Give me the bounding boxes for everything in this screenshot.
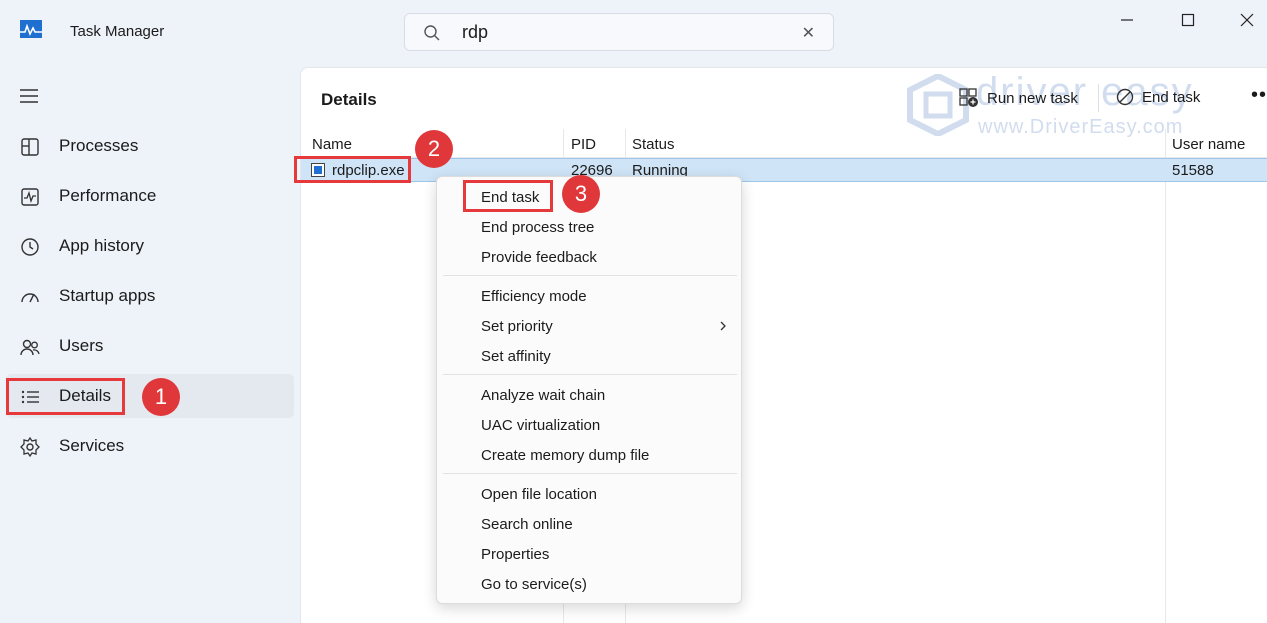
end-task-label: End task xyxy=(1142,88,1201,106)
menu-item-properties[interactable]: Properties xyxy=(481,546,549,563)
end-task-toolbar-button[interactable]: End task xyxy=(1116,88,1200,106)
menu-item-uac-virtualization[interactable]: UAC virtualization xyxy=(481,417,600,434)
performance-icon xyxy=(21,188,39,206)
sidebar-item-processes[interactable]: Processes xyxy=(6,124,294,168)
history-icon xyxy=(21,238,39,256)
hamburger-menu-icon[interactable] xyxy=(19,88,39,104)
run-new-task-label: Run new task xyxy=(987,89,1078,107)
window-title: Task Manager xyxy=(70,23,165,40)
menu-item-analyze-wait-chain[interactable]: Analyze wait chain xyxy=(481,387,605,404)
highlight-box-details xyxy=(6,378,125,415)
context-menu: End task End process tree Provide feedba… xyxy=(436,176,742,604)
sidebar-item-startup-apps[interactable]: Startup apps xyxy=(6,274,294,318)
page-title: Details xyxy=(321,90,377,109)
end-task-icon xyxy=(1116,88,1134,106)
highlight-box-end-task xyxy=(463,180,553,212)
column-header-name[interactable]: Name xyxy=(312,136,352,153)
chevron-right-icon xyxy=(720,321,726,331)
column-header-user-name[interactable]: User name xyxy=(1172,136,1245,153)
menu-item-set-priority[interactable]: Set priority xyxy=(481,318,553,335)
sidebar-item-label: App history xyxy=(59,236,145,255)
sidebar-item-app-history[interactable]: App history xyxy=(6,224,294,268)
sidebar-item-label: Startup apps xyxy=(59,286,156,305)
menu-separator xyxy=(443,275,737,276)
search-input[interactable]: rdp xyxy=(462,22,488,43)
processes-icon xyxy=(21,138,39,156)
search-icon xyxy=(424,25,440,41)
watermark-url: www.DriverEasy.com xyxy=(978,116,1184,138)
close-icon[interactable]: ✕ xyxy=(802,23,815,43)
task-manager-app-icon xyxy=(20,20,42,38)
sidebar-item-services[interactable]: Services xyxy=(6,424,294,468)
sidebar-item-label: Services xyxy=(59,436,125,455)
toolbar-divider xyxy=(1098,84,1099,112)
users-icon xyxy=(20,339,40,356)
maximize-button[interactable] xyxy=(1168,8,1208,32)
step-badge-1: 1 xyxy=(142,378,180,416)
menu-item-set-affinity[interactable]: Set affinity xyxy=(481,348,551,365)
menu-separator xyxy=(443,473,737,474)
gear-icon xyxy=(20,436,40,458)
menu-item-open-file-location[interactable]: Open file location xyxy=(481,486,597,503)
sidebar-item-performance[interactable]: Performance xyxy=(6,174,294,218)
step-badge-2: 2 xyxy=(415,130,453,168)
sidebar-item-label: Processes xyxy=(59,136,139,155)
step-badge-3: 3 xyxy=(562,175,600,213)
sidebar-item-users[interactable]: Users xyxy=(6,324,294,368)
menu-item-efficiency-mode[interactable]: Efficiency mode xyxy=(481,288,587,305)
sidebar-item-label: Users xyxy=(59,336,104,355)
minimize-button[interactable] xyxy=(1107,8,1147,32)
column-divider[interactable] xyxy=(1165,129,1166,623)
minimize-icon xyxy=(1121,19,1133,21)
menu-item-go-to-services[interactable]: Go to service(s) xyxy=(481,576,587,593)
menu-separator xyxy=(443,374,737,375)
more-options-button[interactable]: ••• xyxy=(1251,84,1267,107)
close-window-button[interactable] xyxy=(1227,8,1267,32)
menu-item-end-process-tree[interactable]: End process tree xyxy=(481,219,594,236)
menu-item-search-online[interactable]: Search online xyxy=(481,516,573,533)
cell-user-name: 51588 xyxy=(1172,162,1214,179)
startup-icon xyxy=(21,293,39,303)
column-header-status[interactable]: Status xyxy=(632,136,675,153)
menu-item-provide-feedback[interactable]: Provide feedback xyxy=(481,249,597,266)
search-box[interactable]: rdp ✕ xyxy=(404,13,834,51)
maximize-icon xyxy=(1181,13,1195,27)
sidebar-item-label: Performance xyxy=(59,186,157,205)
menu-item-create-memory-dump[interactable]: Create memory dump file xyxy=(481,447,649,464)
close-icon xyxy=(1240,13,1254,27)
highlight-box-process xyxy=(294,156,411,183)
column-header-pid[interactable]: PID xyxy=(571,136,596,153)
run-new-task-button[interactable]: Run new task xyxy=(959,88,1078,108)
run-new-task-icon xyxy=(959,88,978,107)
